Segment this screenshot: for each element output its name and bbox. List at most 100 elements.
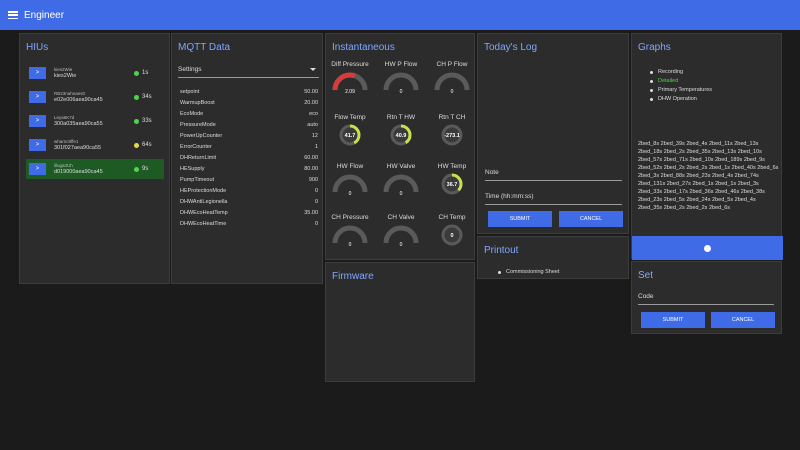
hiu-open-button[interactable]: > (29, 163, 46, 175)
graphs-panel: Graphs Recording Detailed Primary Temperat… (631, 33, 783, 260)
gauge-value: 2.09 (345, 89, 355, 95)
hiu-text: illuga3Uh d019000aea90ca45 (54, 162, 134, 176)
hiu-age: 9s (142, 166, 149, 172)
status-dot-icon (134, 70, 139, 76)
hiu-row[interactable]: > illuga3Uh d019000aea90ca45 9s (26, 159, 164, 179)
commissioning-sheet-link[interactable]: Commissioning Sheet (498, 269, 560, 275)
hiu-age: 1s (142, 70, 149, 76)
hiu-text: kies2Wie kies2Wie (54, 66, 134, 80)
hiu-text: Leya6K7d 300a035aea90ca55 (54, 114, 134, 128)
mqtt-key: ErrorCounter (180, 144, 212, 150)
mqtt-row: HESupply 80.00 (180, 166, 318, 172)
gauge-label: Rtn T CH (438, 114, 466, 121)
hiu-open-button[interactable]: > (29, 67, 46, 79)
mqtt-key: HESupply (180, 166, 205, 172)
gauge: HW Valve 0 (378, 163, 424, 203)
graph-option[interactable]: Primary Temperatures (650, 87, 712, 93)
code-field[interactable]: Code (638, 289, 774, 305)
mqtt-value: eco (309, 111, 318, 117)
menu-icon[interactable] (8, 11, 18, 19)
gauge-label: HW Valve (386, 163, 416, 170)
gauge-arc: 0 (434, 72, 470, 95)
gauge-label: CH Pressure (331, 214, 369, 221)
mqtt-key: DHWEcoHeatTemp (180, 210, 228, 216)
log-cancel-button[interactable]: CANCEL (559, 211, 623, 227)
gauge: HW Flow 0 (327, 163, 373, 203)
mqtt-value: 20.00 (304, 100, 318, 106)
gauge-label: Flow Temp (334, 114, 366, 121)
mqtt-key: PowerUpCounter (180, 133, 223, 139)
log-submit-button[interactable]: SUBMIT (488, 211, 552, 227)
set-cancel-button[interactable]: CANCEL (711, 312, 775, 328)
hius-panel: HIUs > kies2Wie kies2Wie 1s > RB23nahnaes0 e02… (19, 33, 170, 284)
hiu-open-button[interactable]: > (29, 91, 46, 103)
hiu-row[interactable]: > wharnc8ffe1 301f027aea90ca55 64s (26, 135, 164, 155)
hiu-open-button[interactable]: > (29, 115, 46, 127)
mqtt-value: 0 (314, 221, 318, 227)
mqtt-value: 35.00 (304, 210, 318, 216)
hiu-text: RB23nahnaes0 e02e006aea90ca45 (54, 90, 134, 104)
gauge: HW P Flow 0 (378, 61, 424, 101)
graph-file-list[interactable]: 2bed_8s 2bed_39s 2bed_4s 2bed_11s 2bed_1… (638, 140, 779, 212)
mqtt-panel: MQTT Data Settings setpoint 50.00 WarmupBo… (171, 33, 323, 284)
gauge-value: 0 (349, 191, 352, 197)
mqtt-value: 1 (314, 144, 318, 150)
hiu-name: RB23nahnaes0 (54, 91, 86, 96)
gauge-value: 0 (400, 89, 403, 95)
printout-panel: Printout Commissioning Sheet (477, 236, 629, 279)
note-field[interactable]: Note (485, 165, 622, 181)
firmware-title: Firmware (332, 271, 374, 282)
mqtt-title: MQTT Data (178, 42, 231, 53)
hiu-name: illuga3Uh (54, 163, 73, 168)
gauge-value: 40.9 (396, 133, 407, 139)
graph-option[interactable]: Detailed (650, 78, 678, 84)
mqtt-key: DHWAntiLegionella (180, 199, 228, 205)
gauge: Diff Pressure 2.09 (327, 61, 373, 101)
mqtt-row: setpoint 50.00 (180, 89, 318, 95)
mqtt-row: PowerUpCounter 12 (180, 133, 318, 139)
code-field-placeholder: Code (638, 293, 654, 300)
gauge-label: Rtn T HW (386, 114, 416, 121)
time-field-placeholder: Time (hh:mm:ss) (485, 193, 534, 200)
gauge: Rtn T HW 40.9 (378, 114, 424, 154)
graph-slider[interactable] (632, 236, 783, 260)
gauge-label: Diff Pressure (331, 61, 369, 68)
gauge-value: 0 (450, 233, 453, 239)
gauge-value: 0 (451, 89, 454, 95)
app-bar: Engineer (0, 0, 800, 30)
gauge-arc: 0 (332, 174, 368, 197)
hiu-row[interactable]: > RB23nahnaes0 e02e006aea90ca45 34s (26, 87, 164, 107)
mqtt-value: 0 (314, 188, 318, 194)
hiu-row[interactable]: > kies2Wie kies2Wie 1s (26, 63, 164, 83)
mqtt-value: auto (307, 122, 318, 128)
todays-log-title: Today's Log (484, 42, 538, 53)
gauge-ring: -273.1 (441, 124, 463, 146)
hiu-name: wharnc8ffe1 (54, 139, 79, 144)
mqtt-key: PumpTimeout (180, 177, 215, 183)
mqtt-topic-select[interactable]: Settings (178, 62, 319, 78)
hiu-id: 301f027aea90ca55 (54, 145, 102, 151)
slider-knob[interactable] (704, 244, 711, 252)
hiu-open-button[interactable]: > (29, 139, 46, 151)
mqtt-key: HEProtectionMode (180, 188, 227, 194)
firmware-panel: Firmware (325, 262, 475, 382)
status-dot-icon (134, 166, 139, 172)
mqtt-key: setpoint (180, 89, 200, 95)
time-field[interactable]: Time (hh:mm:ss) (485, 189, 622, 205)
gauge-label: HW P Flow (384, 61, 418, 68)
mqtt-value: 60.00 (304, 155, 318, 161)
set-submit-button[interactable]: SUBMIT (641, 312, 705, 328)
mqtt-value: 80.00 (304, 166, 318, 172)
gauge-label: CH Temp (438, 214, 466, 221)
gauge: CH Valve 0 (378, 214, 424, 254)
mqtt-row: DHReturnLimit 60.00 (180, 155, 318, 161)
graph-option[interactable]: DHW Operation (650, 96, 697, 102)
graph-option[interactable]: Recording (650, 69, 683, 75)
chevron-down-icon (310, 68, 316, 71)
hiu-row[interactable]: > Leya6K7d 300a035aea90ca55 33s (26, 111, 164, 131)
gauge-value: 0 (400, 242, 403, 248)
hius-title: HIUs (26, 42, 49, 53)
mqtt-topic-select-value: Settings (178, 66, 202, 73)
status-dot-icon (134, 142, 139, 148)
hiu-id: 300a035aea90ca55 (54, 121, 103, 127)
